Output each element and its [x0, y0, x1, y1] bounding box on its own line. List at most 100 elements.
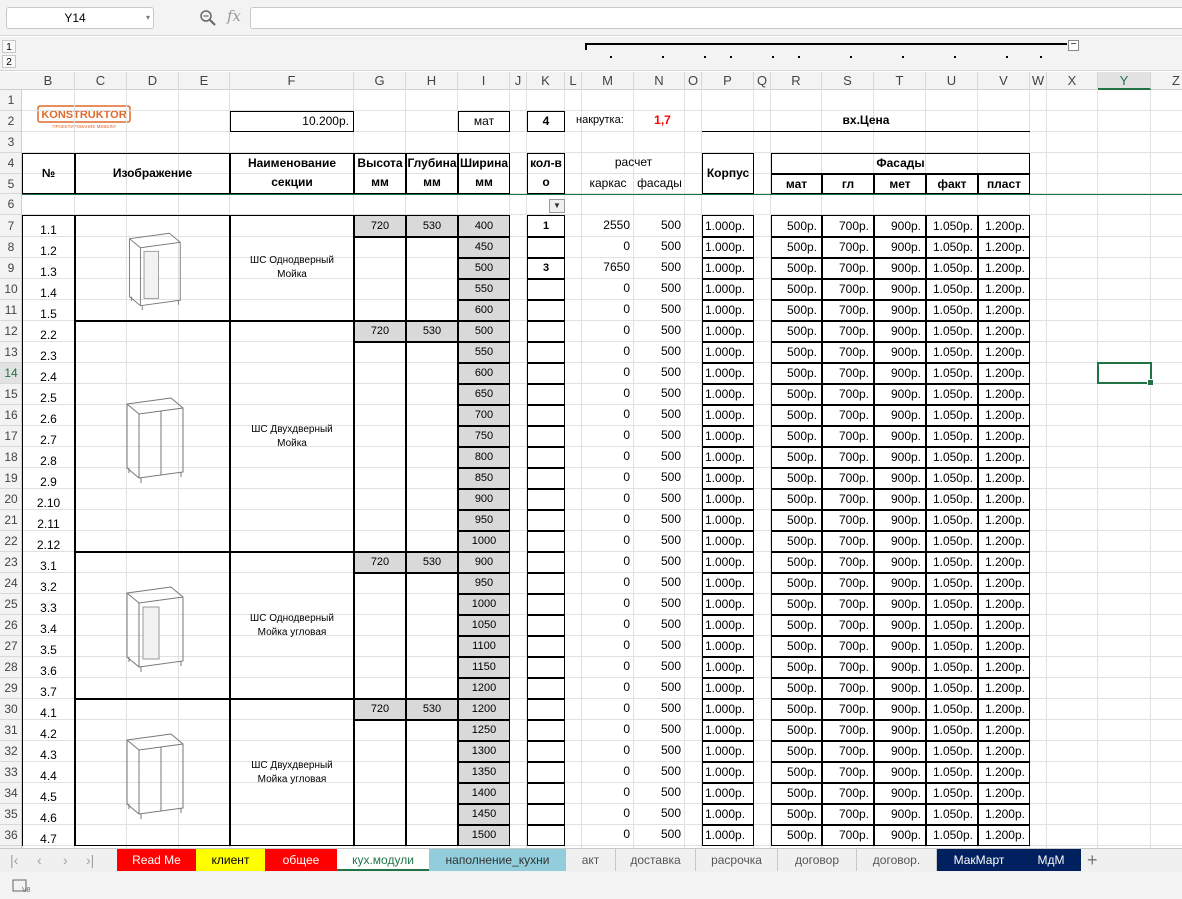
facade-fakt-price[interactable]: 1.050р.: [926, 615, 978, 636]
facade-mat-price[interactable]: 500р.: [771, 300, 822, 321]
facade-met-price[interactable]: 900р.: [874, 489, 926, 510]
facade-plast-price[interactable]: 1.200р.: [978, 552, 1030, 573]
body-price-cell[interactable]: 1.000р.: [702, 783, 754, 804]
row-header-28[interactable]: 28: [0, 657, 21, 678]
facade-fakt-price[interactable]: 1.050р.: [926, 552, 978, 573]
facade-mat-price[interactable]: 500р.: [771, 699, 822, 720]
column-header-k[interactable]: K: [527, 72, 565, 90]
facade-plast-price[interactable]: 1.200р.: [978, 279, 1030, 300]
facade-met-price[interactable]: 900р.: [874, 678, 926, 699]
width-cell[interactable]: 1200: [458, 678, 510, 699]
facade-plast-price[interactable]: 1.200р.: [978, 573, 1030, 594]
width-cell[interactable]: 400: [458, 215, 510, 237]
depth-cell[interactable]: 530: [406, 321, 458, 342]
facade-fakt-price[interactable]: 1.050р.: [926, 321, 978, 342]
row-header-2[interactable]: 2: [0, 111, 21, 132]
qty-cell[interactable]: [527, 279, 565, 300]
facade-gl-price[interactable]: 700р.: [822, 720, 874, 741]
sheet-tab-9[interactable]: договор: [778, 849, 857, 871]
body-price-cell[interactable]: 1.000р.: [702, 741, 754, 762]
facade-met-price[interactable]: 900р.: [874, 531, 926, 552]
width-cell[interactable]: 1150: [458, 657, 510, 678]
row-header-15[interactable]: 15: [0, 384, 21, 405]
width-cell[interactable]: 900: [458, 552, 510, 573]
facade-met-price[interactable]: 900р.: [874, 657, 926, 678]
cell-grid[interactable]: KONSTRUKTOR ПРОЕКТИРОВАНИЕ МЕБЕЛИ 10.200…: [22, 90, 1182, 848]
facade-mat-price[interactable]: 500р.: [771, 531, 822, 552]
row-header-36[interactable]: 36: [0, 825, 21, 846]
qty-cell[interactable]: [527, 552, 565, 573]
column-header-s[interactable]: S: [822, 72, 874, 90]
row-header-12[interactable]: 12: [0, 321, 21, 342]
column-header-o[interactable]: O: [685, 72, 702, 90]
facade-gl-price[interactable]: 700р.: [822, 804, 874, 825]
body-price-cell[interactable]: 1.000р.: [702, 342, 754, 363]
column-header-b[interactable]: B: [22, 72, 75, 90]
facade-plast-price[interactable]: 1.200р.: [978, 321, 1030, 342]
facade-gl-price[interactable]: 700р.: [822, 615, 874, 636]
column-header-h[interactable]: H: [406, 72, 458, 90]
facade-plast-price[interactable]: 1.200р.: [978, 384, 1030, 405]
body-price-cell[interactable]: 1.000р.: [702, 279, 754, 300]
height-cell[interactable]: 720: [354, 552, 406, 573]
width-cell[interactable]: 500: [458, 321, 510, 342]
body-price-cell[interactable]: 1.000р.: [702, 594, 754, 615]
facade-met-price[interactable]: 900р.: [874, 342, 926, 363]
facade-met-price[interactable]: 900р.: [874, 384, 926, 405]
body-price-cell[interactable]: 1.000р.: [702, 447, 754, 468]
chevron-down-icon[interactable]: ▾: [146, 8, 150, 28]
facade-mat-price[interactable]: 500р.: [771, 447, 822, 468]
body-price-cell[interactable]: 1.000р.: [702, 384, 754, 405]
facade-plast-price[interactable]: 1.200р.: [978, 342, 1030, 363]
qty-cell[interactable]: [527, 489, 565, 510]
facade-plast-price[interactable]: 1.200р.: [978, 825, 1030, 846]
facade-fakt-price[interactable]: 1.050р.: [926, 783, 978, 804]
facade-gl-price[interactable]: 700р.: [822, 468, 874, 489]
body-price-cell[interactable]: 1.000р.: [702, 573, 754, 594]
facade-fakt-price[interactable]: 1.050р.: [926, 237, 978, 258]
sheet-tab-11[interactable]: МакМарт: [937, 849, 1021, 871]
sheet-tab-8[interactable]: расрочка: [696, 849, 778, 871]
facade-gl-price[interactable]: 700р.: [822, 531, 874, 552]
facade-plast-price[interactable]: 1.200р.: [978, 489, 1030, 510]
row-header-19[interactable]: 19: [0, 468, 21, 489]
facade-gl-price[interactable]: 700р.: [822, 594, 874, 615]
row-header-24[interactable]: 24: [0, 573, 21, 594]
sheet-tab-12[interactable]: МдМ: [1021, 849, 1081, 871]
facade-fakt-price[interactable]: 1.050р.: [926, 510, 978, 531]
qty-cell[interactable]: 1: [527, 215, 565, 237]
facade-mat-price[interactable]: 500р.: [771, 615, 822, 636]
facade-gl-price[interactable]: 700р.: [822, 321, 874, 342]
facade-fakt-price[interactable]: 1.050р.: [926, 720, 978, 741]
facade-fakt-price[interactable]: 1.050р.: [926, 300, 978, 321]
prev-sheet-icon[interactable]: ‹: [37, 852, 42, 868]
facade-mat-price[interactable]: 500р.: [771, 720, 822, 741]
column-header-g[interactable]: G: [354, 72, 406, 90]
row-header-23[interactable]: 23: [0, 552, 21, 573]
facade-plast-price[interactable]: 1.200р.: [978, 531, 1030, 552]
filter-dropdown-button[interactable]: ▼: [549, 199, 565, 213]
facade-mat-price[interactable]: 500р.: [771, 825, 822, 846]
sheet-tab-5[interactable]: наполнение_кухни: [429, 849, 566, 871]
width-cell[interactable]: 650: [458, 384, 510, 405]
row-header-10[interactable]: 10: [0, 279, 21, 300]
column-header-i[interactable]: I: [458, 72, 510, 90]
column-header-m[interactable]: M: [582, 72, 634, 90]
qty-cell[interactable]: [527, 363, 565, 384]
qty-cell[interactable]: [527, 384, 565, 405]
column-header-w[interactable]: W: [1030, 72, 1047, 90]
width-cell[interactable]: 600: [458, 363, 510, 384]
facade-mat-price[interactable]: 500р.: [771, 363, 822, 384]
facade-met-price[interactable]: 900р.: [874, 804, 926, 825]
facade-fakt-price[interactable]: 1.050р.: [926, 342, 978, 363]
facade-met-price[interactable]: 900р.: [874, 636, 926, 657]
facade-mat-price[interactable]: 500р.: [771, 384, 822, 405]
facade-plast-price[interactable]: 1.200р.: [978, 426, 1030, 447]
markup-value[interactable]: 1,7: [640, 111, 685, 132]
facade-plast-price[interactable]: 1.200р.: [978, 678, 1030, 699]
facade-plast-price[interactable]: 1.200р.: [978, 215, 1030, 237]
facade-mat-price[interactable]: 500р.: [771, 552, 822, 573]
qty-cell[interactable]: [527, 804, 565, 825]
body-price-cell[interactable]: 1.000р.: [702, 405, 754, 426]
body-price-cell[interactable]: 1.000р.: [702, 258, 754, 279]
